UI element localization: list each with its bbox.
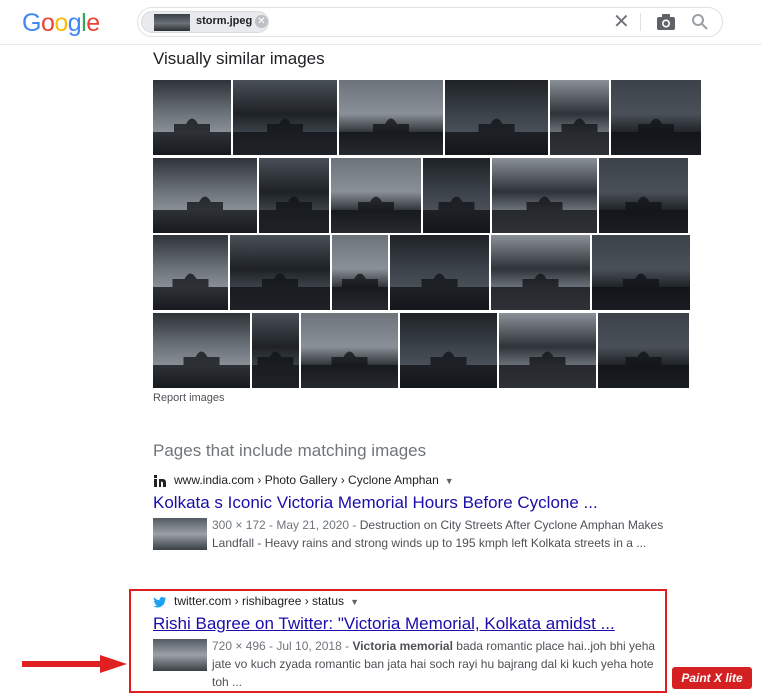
logo-letter: o — [40, 9, 55, 37]
google-logo[interactable]: Google — [22, 9, 100, 38]
result-meta: 300 × 172 - May 21, 2020 - — [212, 518, 360, 532]
similar-image-thumbnail[interactable] — [252, 313, 299, 388]
search-box[interactable]: storm.jpeg ✕ ✕ — [137, 7, 723, 37]
camera-icon[interactable] — [656, 13, 676, 31]
similar-image-thumbnail[interactable] — [390, 235, 489, 310]
similar-image-thumbnail[interactable] — [332, 235, 388, 310]
paint-x-lite-badge: Paint X lite — [672, 667, 752, 689]
query-image-thumbnail — [154, 14, 190, 31]
similar-image-thumbnail[interactable] — [153, 235, 228, 310]
similar-image-thumbnail[interactable] — [153, 80, 231, 155]
similar-image-thumbnail[interactable] — [331, 158, 421, 233]
similar-image-thumbnail[interactable] — [423, 158, 490, 233]
india-com-favicon — [153, 474, 167, 488]
similar-image-thumbnail[interactable] — [598, 313, 689, 388]
similar-image-thumbnail[interactable] — [492, 158, 597, 233]
search-icon[interactable] — [691, 13, 709, 31]
similar-image-thumbnail[interactable] — [259, 158, 329, 233]
clear-search-icon[interactable]: ✕ — [613, 10, 630, 34]
similar-image-thumbnail[interactable] — [491, 235, 590, 310]
image-query-chip[interactable]: storm.jpeg ✕ — [141, 11, 269, 33]
result-snippet: 300 × 172 - May 21, 2020 - Destruction o… — [212, 516, 667, 552]
logo-letter: g — [67, 9, 82, 37]
logo-letter: o — [54, 9, 68, 37]
logo-letter: e — [86, 9, 100, 37]
query-image-filename: storm.jpeg — [196, 15, 253, 27]
similar-image-thumbnail[interactable] — [233, 80, 337, 155]
matching-pages-heading: Pages that include matching images — [153, 441, 427, 460]
similar-image-thumbnail[interactable] — [153, 158, 257, 233]
similar-image-thumbnail[interactable] — [592, 235, 690, 310]
similar-image-thumbnail[interactable] — [400, 313, 497, 388]
similar-image-thumbnail[interactable] — [230, 235, 330, 310]
result-url: www.india.com › Photo Gallery › Cyclone … — [174, 473, 439, 487]
remove-image-icon[interactable]: ✕ — [255, 15, 268, 28]
result-thumbnail[interactable] — [153, 518, 207, 550]
similar-images-heading: Visually similar images — [153, 49, 325, 68]
header-divider — [0, 44, 762, 45]
similar-image-thumbnail[interactable] — [599, 158, 688, 233]
report-images-link[interactable]: Report images — [153, 392, 225, 404]
similar-image-thumbnail[interactable] — [339, 80, 443, 155]
logo-letter: G — [22, 9, 41, 37]
similar-image-thumbnail[interactable] — [153, 313, 250, 388]
similar-image-thumbnail[interactable] — [301, 313, 398, 388]
annotation-highlight-box — [129, 589, 667, 693]
similar-image-thumbnail[interactable] — [499, 313, 596, 388]
search-divider — [640, 13, 641, 31]
similar-image-thumbnail[interactable] — [445, 80, 548, 155]
cite-dropdown-icon[interactable]: ▼ — [445, 476, 454, 486]
result-breadcrumb[interactable]: www.india.com › Photo Gallery › Cyclone … — [174, 473, 454, 487]
result-title-link[interactable]: Kolkata s Iconic Victoria Memorial Hours… — [153, 493, 598, 513]
similar-image-thumbnail[interactable] — [611, 80, 701, 155]
annotation-arrow-icon — [22, 655, 127, 673]
similar-image-thumbnail[interactable] — [550, 80, 609, 155]
